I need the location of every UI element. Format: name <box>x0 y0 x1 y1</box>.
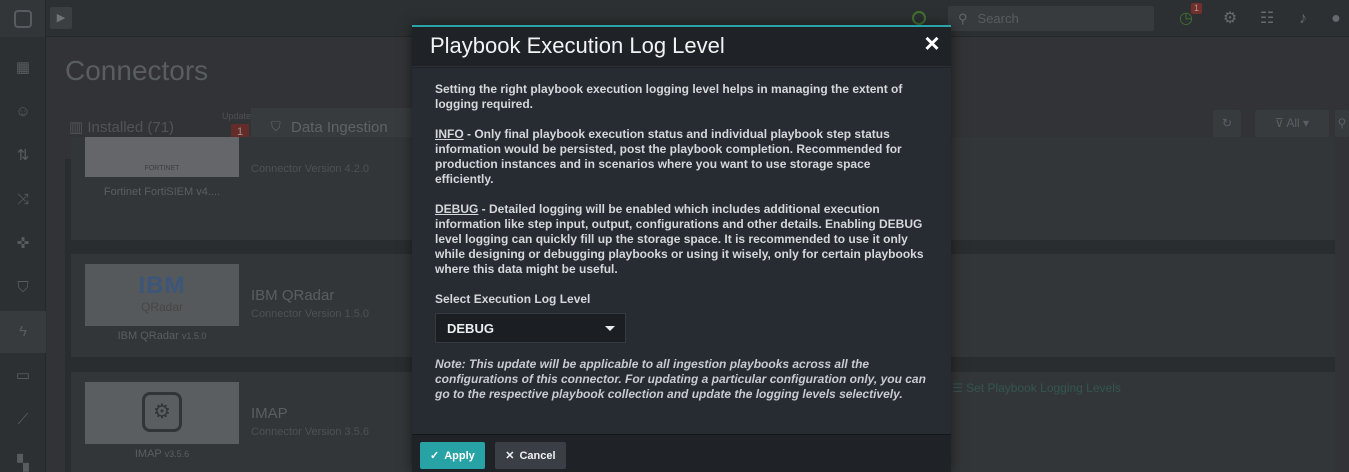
debug-description: DEBUG - Detailed logging will be enabled… <box>435 202 929 277</box>
select-label: Select Execution Log Level <box>435 292 591 306</box>
info-description: INFO - Only final playbook execution sta… <box>435 127 929 187</box>
debug-text: - Detailed logging will be enabled which… <box>435 202 924 276</box>
dialog-title: Playbook Execution Log Level <box>430 33 725 58</box>
caret-down-icon <box>605 326 615 331</box>
cancel-button[interactable]: ✕ Cancel <box>495 442 566 469</box>
info-term: INFO <box>435 127 464 141</box>
check-icon: ✓ <box>430 450 440 462</box>
log-level-select[interactable]: DEBUG <box>435 313 626 343</box>
debug-term: DEBUG <box>435 202 479 216</box>
info-text: - Only final playbook execution status a… <box>435 127 902 186</box>
dialog-footer: ✓ Apply ✕ Cancel <box>412 434 951 472</box>
close-icon[interactable]: × <box>919 30 945 57</box>
apply-label: Apply <box>444 449 475 462</box>
note-text: Note: This update will be applicable to … <box>435 357 926 401</box>
dialog-header: Playbook Execution Log Level × <box>412 27 951 67</box>
log-level-value: DEBUG <box>447 321 494 336</box>
cancel-label: Cancel <box>519 449 556 462</box>
intro-text: Setting the right playbook execution log… <box>435 82 903 111</box>
log-level-dialog: Playbook Execution Log Level × Setting t… <box>412 25 951 472</box>
apply-button[interactable]: ✓ Apply <box>420 442 485 469</box>
dialog-body: Setting the right playbook execution log… <box>412 68 951 434</box>
close-x-icon: ✕ <box>505 450 515 462</box>
